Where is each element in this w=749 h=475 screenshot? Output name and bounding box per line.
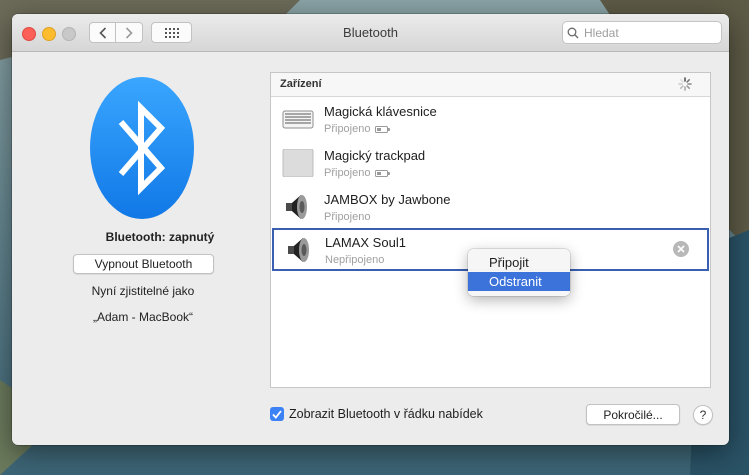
advanced-button[interactable]: Pokročilé... xyxy=(586,404,680,425)
device-list: Zařízení Magická klávesnice Připojeno Ma… xyxy=(270,72,711,388)
device-status-text: Nepřipojeno xyxy=(325,254,385,266)
device-status: Připojeno xyxy=(324,123,391,135)
bluetooth-status: Bluetooth: zapnutý xyxy=(105,230,215,244)
show-in-menubar-checkbox[interactable] xyxy=(270,407,284,421)
checkmark-icon xyxy=(272,409,282,419)
show-in-menubar-option[interactable]: Zobrazit Bluetooth v řádku nabídek xyxy=(270,407,483,421)
device-status-text: Připojeno xyxy=(324,167,371,179)
keyboard-icon xyxy=(282,110,314,129)
context-menu: Připojit Odstranit xyxy=(468,249,570,296)
device-name: Magický trackpad xyxy=(324,148,426,163)
device-status: Připojeno xyxy=(324,211,370,223)
search-input[interactable] xyxy=(582,24,716,41)
device-row-jambox[interactable]: JAMBOX by Jawbone Připojeno xyxy=(271,185,710,228)
battery-icon xyxy=(375,169,391,177)
device-status-text: Připojeno xyxy=(324,123,371,135)
bluetooth-preferences-window: Bluetooth Bluetooth: zapnutý Vypnout Blu… xyxy=(12,14,729,445)
bluetooth-logo-icon xyxy=(90,77,194,219)
device-name: LAMAX Soul1 xyxy=(325,235,406,250)
device-list-header: Zařízení xyxy=(271,73,710,97)
help-button[interactable]: ? xyxy=(693,405,713,425)
device-name: JAMBOX by Jawbone xyxy=(324,192,451,207)
trackpad-icon xyxy=(282,149,314,177)
search-field[interactable] xyxy=(562,21,722,44)
speaker-icon xyxy=(286,195,307,219)
title-bar: Bluetooth xyxy=(12,14,729,52)
device-name: Magická klávesnice xyxy=(324,104,437,119)
show-in-menubar-label: Zobrazit Bluetooth v řádku nabídek xyxy=(289,407,483,421)
battery-icon xyxy=(375,125,391,133)
device-status: Připojeno xyxy=(324,167,391,179)
device-status-text: Připojeno xyxy=(324,211,371,223)
device-row-trackpad[interactable]: Magický trackpad Připojeno xyxy=(271,141,710,184)
devices-heading: Zařízení xyxy=(280,78,322,90)
close-icon xyxy=(677,245,685,253)
progress-spinner-icon xyxy=(678,77,692,91)
device-row-keyboard[interactable]: Magická klávesnice Připojeno xyxy=(271,97,710,140)
search-icon xyxy=(567,27,579,38)
computer-name: „Adam - MacBook“ xyxy=(92,310,194,324)
discoverable-label: Nyní zjistitelné jako xyxy=(91,284,195,298)
menu-item-connect[interactable]: Připojit xyxy=(468,253,570,272)
menu-item-remove[interactable]: Odstranit xyxy=(468,272,570,291)
device-status: Nepřipojeno xyxy=(325,254,384,266)
turn-off-bluetooth-button[interactable]: Vypnout Bluetooth xyxy=(73,254,214,274)
remove-device-button[interactable] xyxy=(673,241,689,257)
speaker-icon xyxy=(288,238,309,262)
